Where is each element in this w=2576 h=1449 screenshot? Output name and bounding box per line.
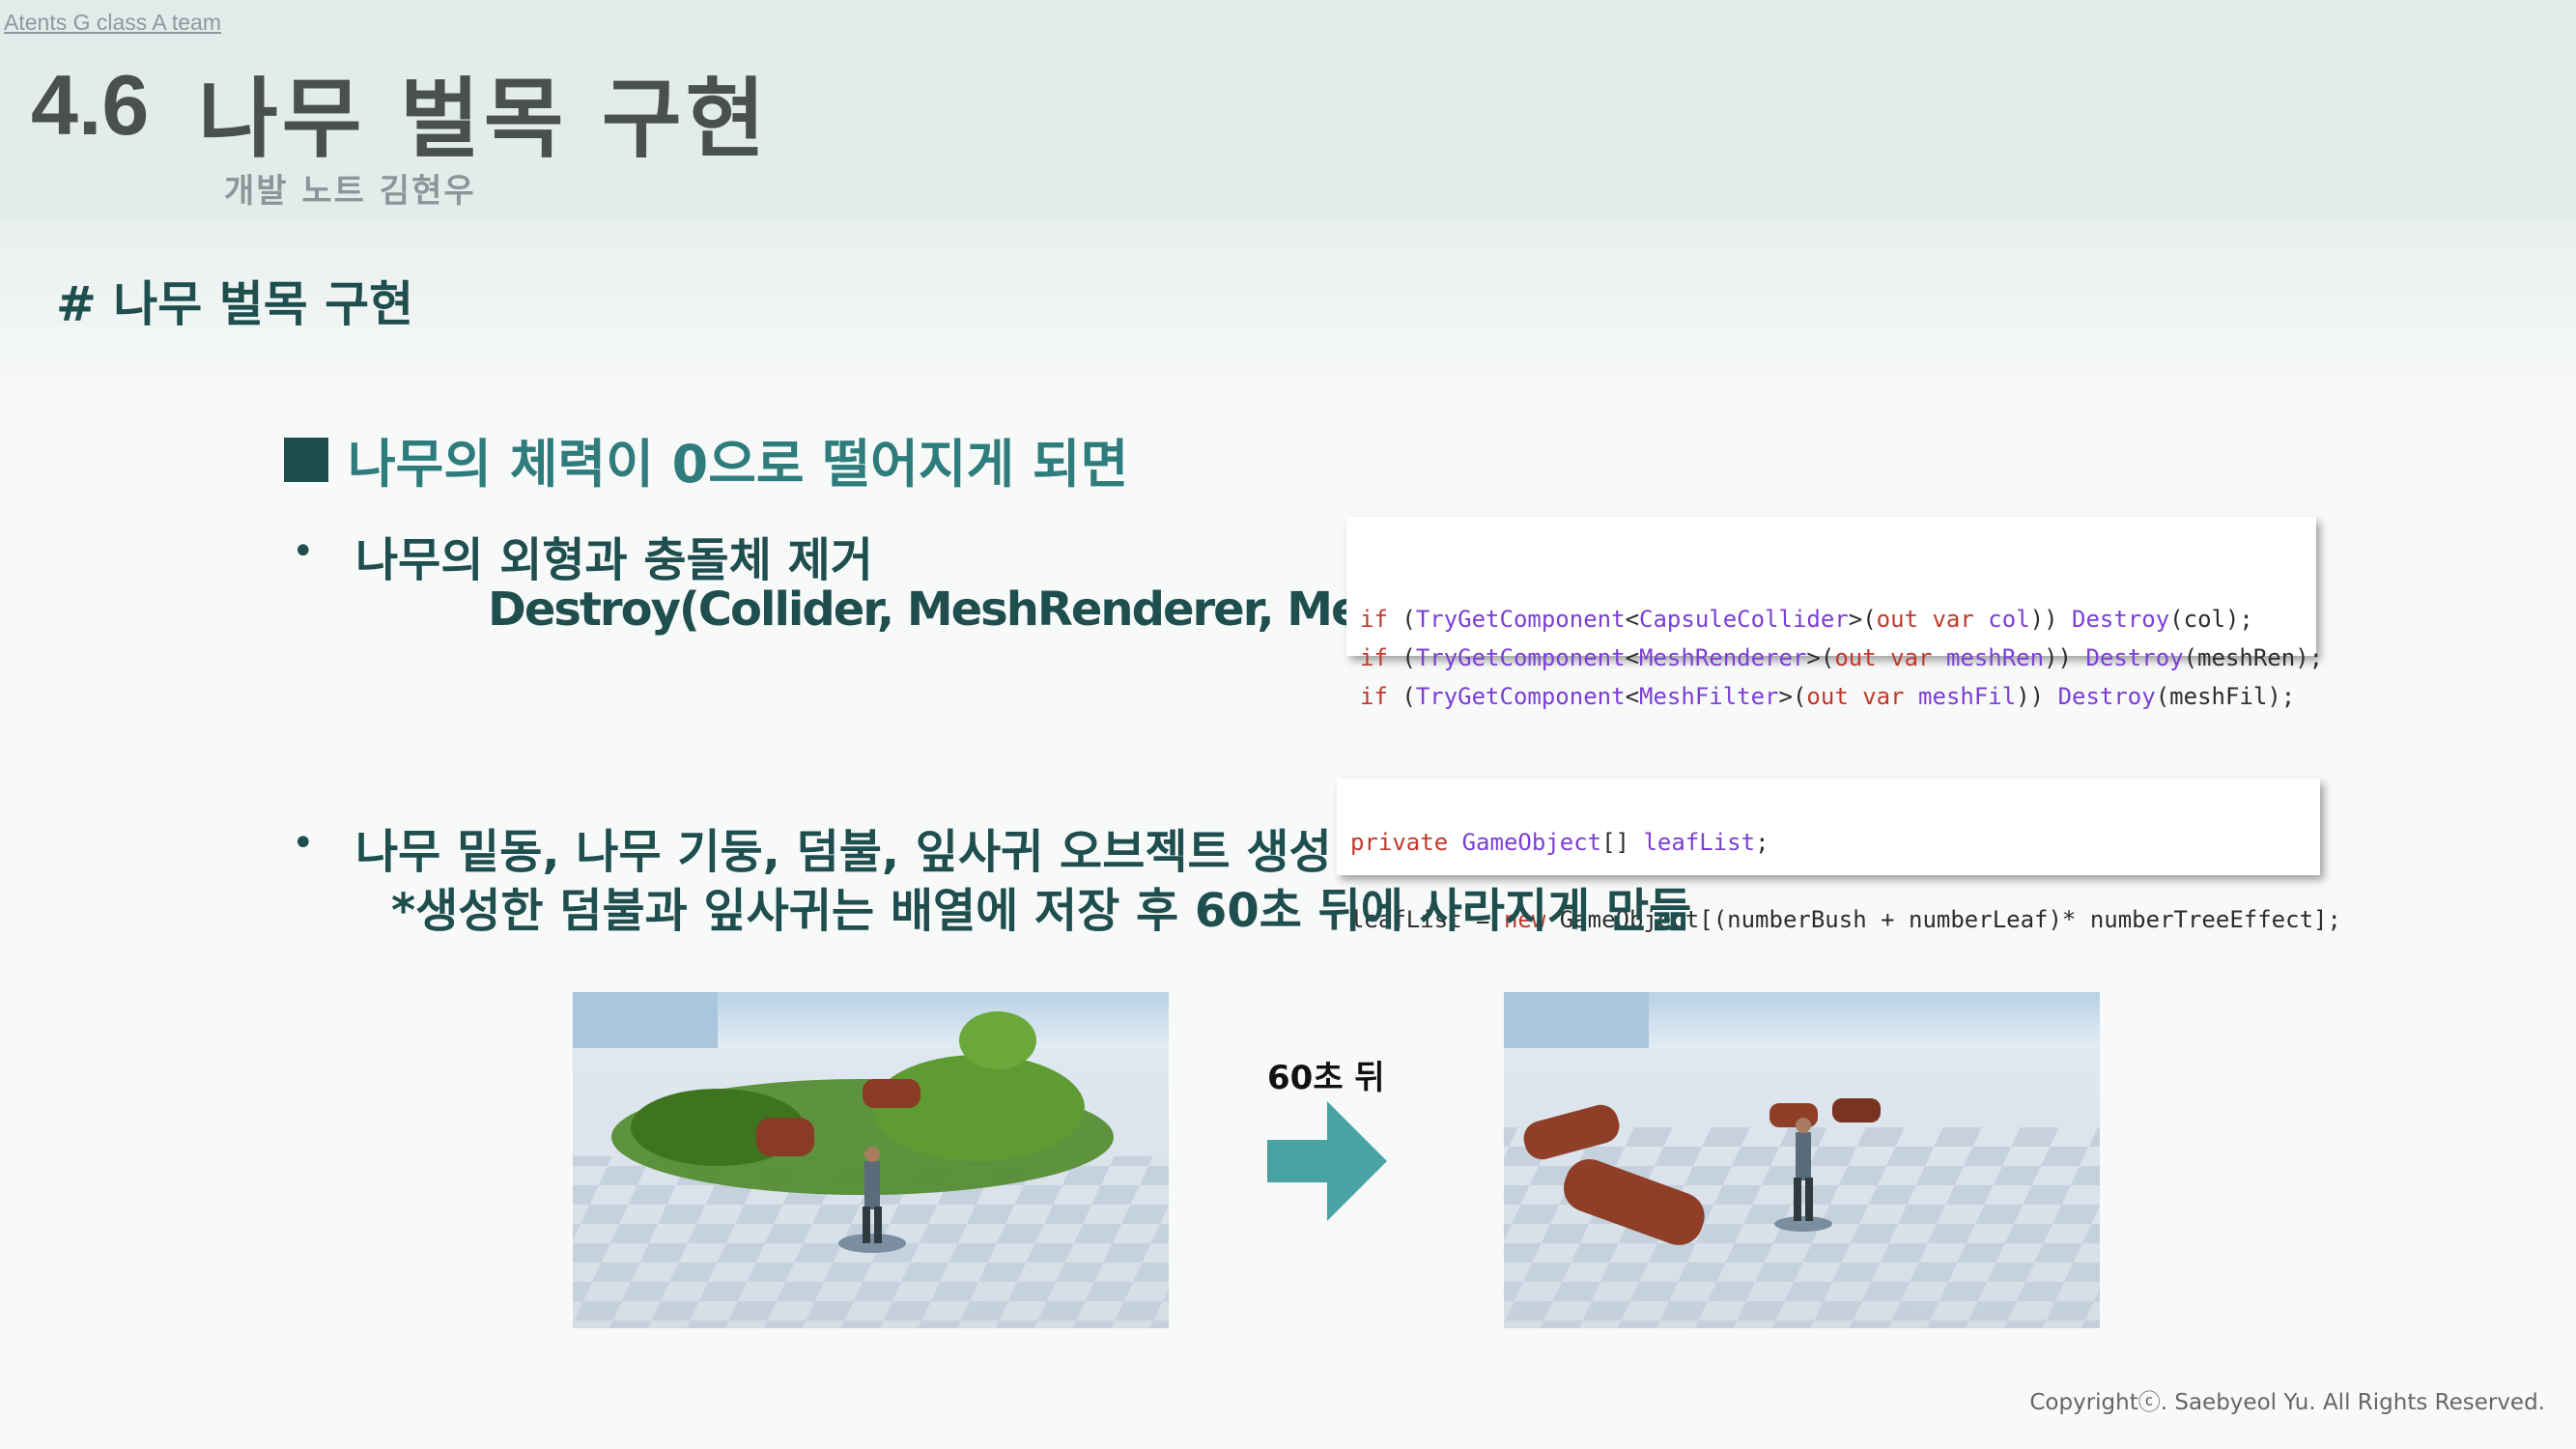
right-arrow-icon xyxy=(1267,1101,1387,1221)
section-number: 4.6 xyxy=(31,57,150,153)
code-snippet-destroy: if (TryGetComponent<CapsuleCollider>(out… xyxy=(1346,517,2323,710)
author-label: 개발 노트 김현우 xyxy=(224,172,476,211)
code-line-3: if (TryGetComponent<MeshFilter>(out var … xyxy=(1360,683,2296,710)
page-title: 나무 벌목 구현 xyxy=(198,69,770,170)
section-heading: # 나무 벌목 구현 xyxy=(56,276,414,332)
bullet-2-sub: *생성한 덤불과 잎사귀는 배열에 저장 후 60초 뒤에 사라지게 만듦 xyxy=(391,884,1692,938)
main-heading: 나무의 체력이 0으로 떨어지게 되면 xyxy=(284,421,1128,497)
team-link[interactable]: Atents G class A team xyxy=(4,10,221,36)
code-snippet-leaflist: private GameObject[] leafList; leafList … xyxy=(1337,779,2341,933)
main-heading-text: 나무의 체력이 0으로 떨어지게 되면 xyxy=(348,434,1129,495)
square-bullet-icon xyxy=(284,437,328,482)
scene-before-image xyxy=(573,992,1169,1328)
bullet-dot-icon: • xyxy=(292,821,315,866)
code-lines: if (TryGetComponent<CapsuleCollider>(out… xyxy=(1360,600,2324,716)
code-line-2: if (TryGetComponent<MeshRenderer>(out va… xyxy=(1360,644,2324,671)
scene-after-image xyxy=(1504,992,2100,1328)
bullet-dot-icon: • xyxy=(292,529,315,574)
copyright-text: Copyrightⓒ. Saebyeol Yu. All Rights Rese… xyxy=(2029,1390,2545,1415)
bullet-2-text: 나무 밑동, 나무 기둥, 덤불, 잎사귀 오브젝트 생성 xyxy=(355,825,1332,879)
bullet-1-text: 나무의 외형과 충돌체 제거 xyxy=(355,533,873,587)
code-line-1: private GameObject[] leafList; xyxy=(1350,829,1769,856)
code-line-1: if (TryGetComponent<CapsuleCollider>(out… xyxy=(1360,606,2253,633)
arrow-label: 60초 뒤 xyxy=(1267,1059,1385,1097)
